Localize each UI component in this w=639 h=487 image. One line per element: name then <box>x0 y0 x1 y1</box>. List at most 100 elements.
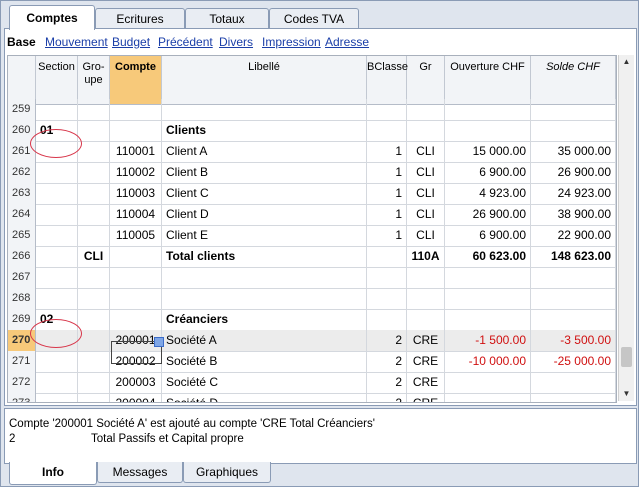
cell-libelle[interactable]: Société D <box>162 393 367 402</box>
cell-solde[interactable] <box>531 288 616 309</box>
cell-groupe[interactable] <box>78 162 110 183</box>
cell-bclasse[interactable]: 1 <box>367 225 407 246</box>
cell-section[interactable] <box>36 267 78 288</box>
cell-bclasse[interactable]: 1 <box>367 141 407 162</box>
table-row[interactable]: 270 200001 Société A 2 CRE -1 500.00 -3 500.00 <box>8 330 616 352</box>
col-solde[interactable]: Solde CHF <box>531 56 616 104</box>
cell-bclasse[interactable]: 1 <box>367 162 407 183</box>
scroll-thumb[interactable] <box>621 347 632 367</box>
cell-ouv[interactable]: 4 923.00 <box>445 183 531 204</box>
cell-ouv[interactable] <box>445 372 531 393</box>
cell-section[interactable] <box>36 99 78 120</box>
cell-gr[interactable] <box>407 309 445 330</box>
table-row[interactable]: 260 01 Clients <box>8 120 616 142</box>
tab-totaux[interactable]: Totaux <box>185 8 269 29</box>
col-groupe[interactable]: Gro- upe <box>78 56 110 104</box>
cell-compte[interactable] <box>110 99 162 120</box>
cell-libelle[interactable]: Client A <box>162 141 367 162</box>
cell-bclasse[interactable] <box>367 288 407 309</box>
col-libelle[interactable]: Libellé <box>162 56 367 104</box>
cell-groupe[interactable] <box>78 183 110 204</box>
cell-groupe[interactable] <box>78 141 110 162</box>
cell-libelle[interactable]: Total clients <box>162 246 367 267</box>
cell-ouv[interactable] <box>445 120 531 141</box>
cell-gr[interactable]: CRE <box>407 372 445 393</box>
cell-solde[interactable]: 148 623.00 <box>531 246 616 267</box>
cell-ouv[interactable]: 6 900.00 <box>445 225 531 246</box>
cell-solde[interactable] <box>531 120 616 141</box>
cell-section[interactable] <box>36 372 78 393</box>
table-row[interactable]: 267 <box>8 267 616 289</box>
cell-bclasse[interactable] <box>367 267 407 288</box>
cell-solde[interactable]: 26 900.00 <box>531 162 616 183</box>
cell-solde[interactable] <box>531 309 616 330</box>
cell-ouv[interactable]: -1 500.00 <box>445 330 531 351</box>
cell-gr[interactable]: CLI <box>407 183 445 204</box>
cell-gr[interactable]: CLI <box>407 162 445 183</box>
view-divers[interactable]: Divers <box>219 35 253 49</box>
cell-groupe[interactable] <box>78 351 110 372</box>
cell-ouv[interactable]: 26 900.00 <box>445 204 531 225</box>
view-precedent[interactable]: Précédent <box>158 35 213 49</box>
table-row[interactable]: 273 200004 Société D 2 CRE <box>8 393 616 402</box>
cell-ouv[interactable] <box>445 393 531 402</box>
view-mouvement[interactable]: Mouvement <box>45 35 108 49</box>
cell-libelle[interactable]: Client E <box>162 225 367 246</box>
cell-compte[interactable]: 200003 <box>110 372 162 393</box>
cell-bclasse[interactable]: 2 <box>367 351 407 372</box>
cell-solde[interactable] <box>531 267 616 288</box>
cell-compte[interactable] <box>110 246 162 267</box>
cell-compte[interactable] <box>110 309 162 330</box>
table-row[interactable]: 261 110001 Client A 1 CLI 15 000.00 35 000.00 <box>8 141 616 163</box>
cell-section[interactable] <box>36 330 78 351</box>
col-gr[interactable]: Gr <box>407 56 445 104</box>
cell-section[interactable] <box>36 204 78 225</box>
cell-libelle[interactable]: Client C <box>162 183 367 204</box>
cell-solde[interactable]: 24 923.00 <box>531 183 616 204</box>
cell-compte[interactable]: 200002 <box>110 351 162 372</box>
cell-section[interactable]: 02 <box>36 309 78 330</box>
cell-solde[interactable]: -25 000.00 <box>531 351 616 372</box>
cell-ouv[interactable]: 6 900.00 <box>445 162 531 183</box>
scroll-down-icon[interactable]: ▼ <box>619 387 634 401</box>
tab-codes-tva[interactable]: Codes TVA <box>269 8 359 29</box>
view-impression[interactable]: Impression <box>262 35 321 49</box>
cell-bclasse[interactable] <box>367 309 407 330</box>
cell-solde[interactable] <box>531 372 616 393</box>
cell-compte[interactable]: 110004 <box>110 204 162 225</box>
cell-libelle[interactable]: Client D <box>162 204 367 225</box>
cell-ouv[interactable]: -10 000.00 <box>445 351 531 372</box>
cell-gr[interactable] <box>407 288 445 309</box>
cell-libelle[interactable]: Clients <box>162 120 367 141</box>
col-ouverture[interactable]: Ouverture CHF <box>445 56 531 104</box>
cell-compte[interactable]: 200004 <box>110 393 162 402</box>
table-row[interactable]: 263 110003 Client C 1 CLI 4 923.00 24 923.00 <box>8 183 616 205</box>
cell-section[interactable] <box>36 141 78 162</box>
cell-compte[interactable] <box>110 288 162 309</box>
cell-ouv[interactable] <box>445 99 531 120</box>
table-row[interactable]: 268 <box>8 288 616 310</box>
cell-gr[interactable]: CLI <box>407 204 445 225</box>
cell-bclasse[interactable]: 1 <box>367 204 407 225</box>
cell-libelle[interactable] <box>162 267 367 288</box>
table-row[interactable]: 271 200002 Société B 2 CRE -10 000.00 -25 000.… <box>8 351 616 373</box>
col-bclasse[interactable]: BClasse <box>367 56 408 104</box>
cell-gr[interactable]: CRE <box>407 330 445 351</box>
cell-gr[interactable]: CRE <box>407 393 445 402</box>
tab-comptes[interactable]: Comptes <box>9 5 95 30</box>
cell-compte[interactable] <box>110 120 162 141</box>
cell-bclasse[interactable] <box>367 246 407 267</box>
view-budget[interactable]: Budget <box>112 35 150 49</box>
cell-gr[interactable]: 110A <box>407 246 445 267</box>
cell-section[interactable] <box>36 183 78 204</box>
cell-groupe[interactable] <box>78 120 110 141</box>
cell-groupe[interactable] <box>78 288 110 309</box>
cell-ouv[interactable] <box>445 288 531 309</box>
table-row[interactable]: 265 110005 Client E 1 CLI 6 900.00 22 900.00 <box>8 225 616 247</box>
col-compte[interactable]: Compte <box>110 56 162 104</box>
cell-groupe[interactable] <box>78 99 110 120</box>
cell-compte[interactable]: 110002 <box>110 162 162 183</box>
cell-section[interactable] <box>36 288 78 309</box>
table-row[interactable]: 266 CLI Total clients 110A 60 623.00 148 623.… <box>8 246 616 268</box>
cell-section[interactable] <box>36 351 78 372</box>
